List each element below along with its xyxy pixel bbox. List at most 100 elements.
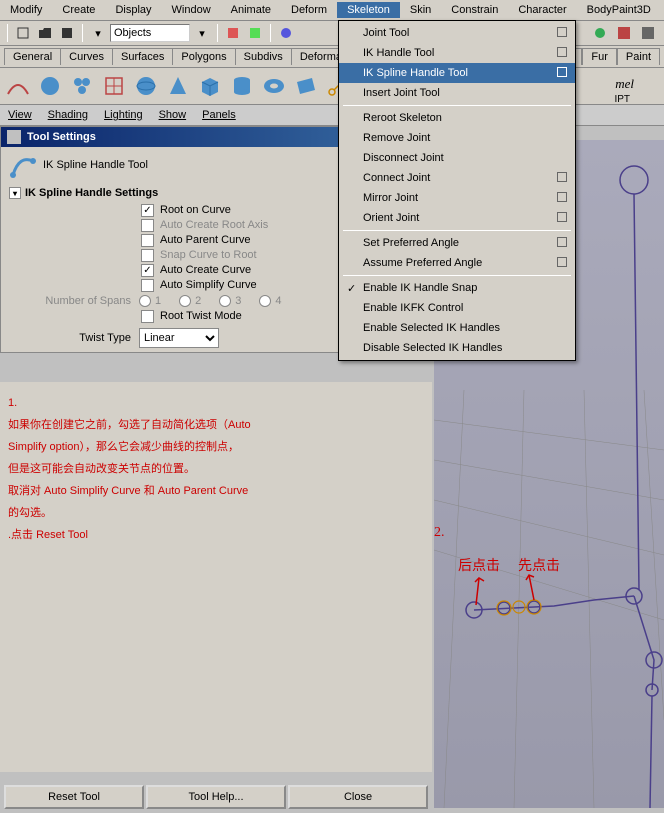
mi-assume-pref[interactable]: Assume Preferred Angle (339, 253, 575, 273)
lbl-snap-curve-to-root: Snap Curve to Root (160, 249, 257, 262)
tab-general[interactable]: General (4, 48, 61, 65)
tool-help-button[interactable]: Tool Help... (146, 785, 286, 809)
mask-icon-2[interactable] (245, 23, 265, 43)
radio-1[interactable] (139, 295, 151, 307)
options-box-icon[interactable] (557, 67, 567, 77)
radio-3[interactable] (219, 295, 231, 307)
panel-shading[interactable]: Shading (40, 107, 96, 123)
tool-settings-title: Tool Settings (27, 131, 96, 143)
annotation-2-first: 先点击 (518, 555, 560, 575)
mi-ik-spline-handle-tool[interactable]: IK Spline Handle Tool (339, 63, 575, 83)
menu-window[interactable]: Window (162, 2, 221, 18)
chk-root-twist-mode[interactable] (141, 310, 154, 323)
maya-icon (7, 130, 21, 144)
options-box-icon[interactable] (557, 47, 567, 57)
collapse-toggle-icon[interactable]: ▾ (9, 187, 21, 199)
tab-surfaces[interactable]: Surfaces (112, 48, 173, 65)
menu-create[interactable]: Create (52, 2, 105, 18)
radio-2[interactable] (179, 295, 191, 307)
radio-4[interactable] (259, 295, 271, 307)
options-box-icon[interactable] (557, 237, 567, 247)
shelf-lattice-icon[interactable] (100, 72, 128, 100)
options-box-icon[interactable] (557, 212, 567, 222)
new-scene-icon[interactable] (13, 23, 33, 43)
twist-type-select[interactable]: Linear (139, 328, 219, 348)
shelf-cone-icon[interactable] (164, 72, 192, 100)
mi-disconnect[interactable]: Disconnect Joint (339, 148, 575, 168)
options-box-icon[interactable] (557, 27, 567, 37)
snap-icon[interactable] (592, 25, 612, 45)
main-menubar: Modify Create Display Window Animate Def… (0, 0, 664, 21)
annotation-2-num: 2. (434, 525, 445, 541)
tab-curves[interactable]: Curves (60, 48, 113, 65)
ipt-badge: IPT (614, 94, 630, 105)
chk-auto-create-root-axis[interactable] (141, 219, 154, 232)
menu-bodypaint3d[interactable]: BodyPaint3D (577, 2, 661, 18)
menu-character[interactable]: Character (508, 2, 576, 18)
chk-root-on-curve[interactable] (141, 204, 154, 217)
menu-modify[interactable]: Modify (0, 2, 52, 18)
tab-paint[interactable]: Paint (617, 48, 660, 65)
panel-show[interactable]: Show (151, 107, 195, 123)
reset-tool-button[interactable]: Reset Tool (4, 785, 144, 809)
mi-orient[interactable]: Orient Joint (339, 208, 575, 228)
options-box-icon[interactable] (557, 172, 567, 182)
menu-skin[interactable]: Skin (400, 2, 441, 18)
lbl-auto-create-curve: Auto Create Curve (160, 264, 251, 277)
options-box-icon[interactable] (557, 192, 567, 202)
mi-reroot[interactable]: Reroot Skeleton (339, 108, 575, 128)
mi-joint-tool[interactable]: Joint Tool (339, 23, 575, 43)
shelf-cluster-icon[interactable] (68, 72, 96, 100)
menu-constrain[interactable]: Constrain (441, 2, 508, 18)
close-button[interactable]: Close (288, 785, 428, 809)
mi-mirror[interactable]: Mirror Joint (339, 188, 575, 208)
options-box-icon[interactable] (557, 257, 567, 267)
tab-subdivs[interactable]: Subdivs (235, 48, 292, 65)
shelf-curve-icon[interactable] (4, 72, 32, 100)
dropdown-arrow-icon[interactable]: ▾ (192, 23, 212, 43)
shelf-torus-icon[interactable] (260, 72, 288, 100)
chk-snap-curve-to-root[interactable] (141, 249, 154, 262)
mi-connect[interactable]: Connect Joint (339, 168, 575, 188)
panel-panels[interactable]: Panels (194, 107, 244, 123)
panel-view[interactable]: View (0, 107, 40, 123)
annotation-2-after: 后点击 (458, 555, 500, 575)
dropdown-icon[interactable]: ▾ (88, 23, 108, 43)
mask-icon-1[interactable] (223, 23, 243, 43)
menu-display[interactable]: Display (105, 2, 161, 18)
content-area: 1. 如果你在创建它之前，勾选了自动简化选项（Auto Simplify opt… (0, 382, 432, 772)
mi-enable-sel[interactable]: Enable Selected IK Handles (339, 318, 575, 338)
open-folder-icon[interactable] (35, 23, 55, 43)
lbl-root-twist-mode: Root Twist Mode (160, 310, 242, 323)
shelf-plane-icon[interactable] (292, 72, 320, 100)
save-icon[interactable] (57, 23, 77, 43)
chk-auto-simplify-curve[interactable] (141, 279, 154, 292)
mi-enable-ikfk[interactable]: Enable IKFK Control (339, 298, 575, 318)
shelf-cylinder-icon[interactable] (228, 72, 256, 100)
twist-type-label: Twist Type (9, 332, 139, 344)
mi-set-pref[interactable]: Set Preferred Angle (339, 233, 575, 253)
chk-auto-parent-curve[interactable] (141, 234, 154, 247)
selection-mode-combo[interactable] (110, 24, 190, 42)
lbl-auto-create-root-axis: Auto Create Root Axis (160, 219, 268, 232)
mask-icon-3[interactable] (276, 23, 296, 43)
tab-fur[interactable]: Fur (582, 48, 617, 65)
ik-spline-tool-icon (9, 151, 37, 179)
render-icon[interactable] (640, 25, 660, 45)
shelf-sphere-icon[interactable] (36, 72, 64, 100)
chk-auto-create-curve[interactable] (141, 264, 154, 277)
tool-name-label: IK Spline Handle Tool (43, 159, 148, 171)
history-icon[interactable] (616, 25, 636, 45)
mi-remove[interactable]: Remove Joint (339, 128, 575, 148)
menu-skeleton[interactable]: Skeleton (337, 2, 400, 18)
menu-animate[interactable]: Animate (221, 2, 281, 18)
mi-ik-handle-tool[interactable]: IK Handle Tool (339, 43, 575, 63)
panel-lighting[interactable]: Lighting (96, 107, 151, 123)
tab-polygons[interactable]: Polygons (172, 48, 235, 65)
menu-deform[interactable]: Deform (281, 2, 337, 18)
shelf-cube-icon[interactable] (196, 72, 224, 100)
shelf-sphere2-icon[interactable] (132, 72, 160, 100)
mi-enable-snap[interactable]: ✓Enable IK Handle Snap (339, 278, 575, 298)
mi-disable-sel[interactable]: Disable Selected IK Handles (339, 338, 575, 358)
mi-insert-joint-tool[interactable]: Insert Joint Tool (339, 83, 575, 103)
